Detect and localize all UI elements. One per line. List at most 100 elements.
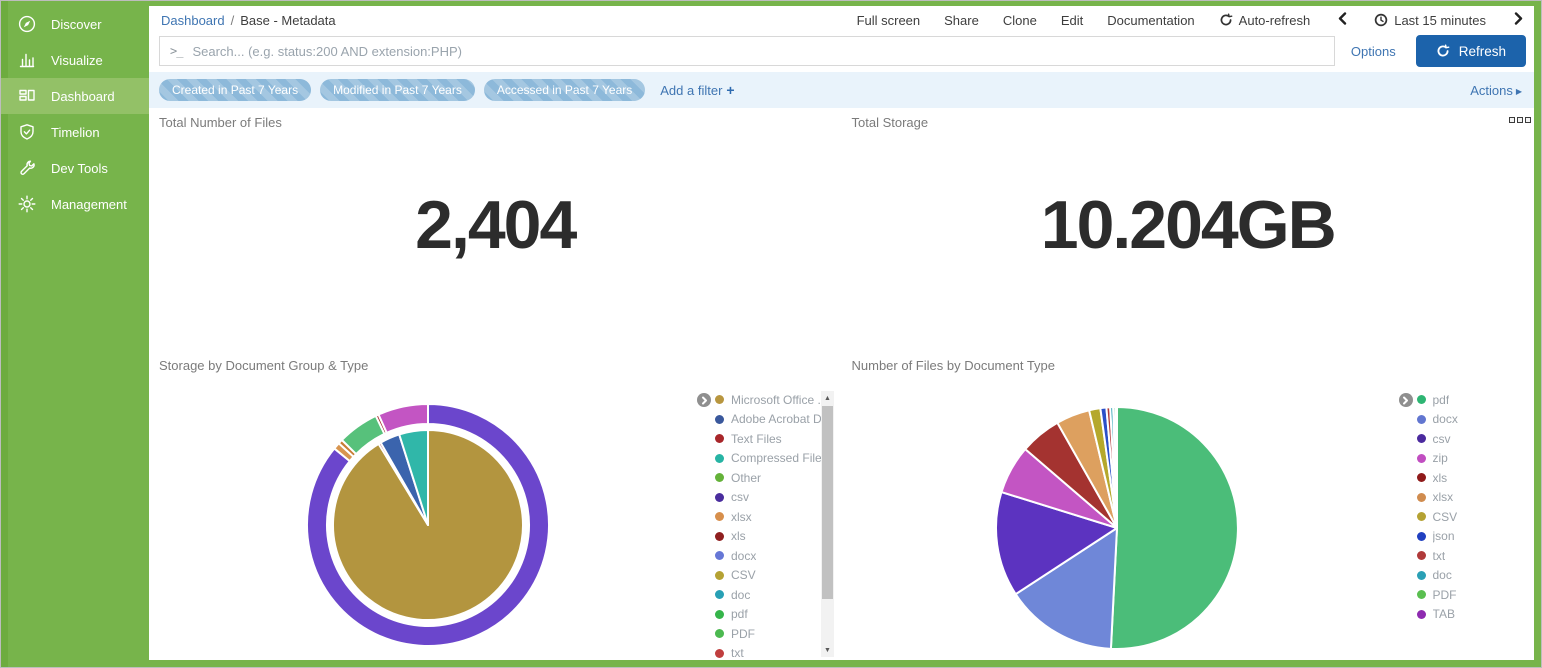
- time-prev-button[interactable]: [1334, 12, 1350, 28]
- legend-item-xls[interactable]: xls: [1417, 468, 1535, 488]
- panel-files-by-type: Number of Files by Document Type pdf: [842, 351, 1535, 660]
- scroll-up-icon[interactable]: ▲: [821, 391, 834, 405]
- legend-item-pdf[interactable]: pdf: [1417, 390, 1535, 410]
- time-picker-button[interactable]: Last 15 minutes: [1374, 13, 1486, 28]
- legend-swatch: [715, 571, 724, 580]
- sidebar-item-timelion[interactable]: Timelion: [1, 114, 149, 150]
- legend-item-csv[interactable]: csv: [1417, 429, 1535, 449]
- filter-pill-accessed-in-past-7-years[interactable]: Accessed in Past 7 Years: [484, 79, 645, 101]
- legend-swatch: [715, 454, 724, 463]
- panel-total-storage: Total Storage 10.204GB: [842, 108, 1535, 351]
- legend-swatch: [1417, 493, 1426, 502]
- legend-label: Compressed Files: [731, 451, 828, 465]
- top-menu-item-full-screen[interactable]: Full screen: [857, 13, 921, 28]
- legend-swatch: [715, 610, 724, 619]
- breadcrumb-dashboard-link[interactable]: Dashboard: [161, 13, 225, 28]
- timelion-icon: [17, 122, 37, 142]
- top-menu-item-share[interactable]: Share: [944, 13, 979, 28]
- legend-swatch: [1417, 512, 1426, 521]
- legend-swatch: [715, 551, 724, 560]
- filter-actions-button[interactable]: Actions▶: [1470, 83, 1522, 98]
- top-menu-item-documentation[interactable]: Documentation: [1107, 13, 1194, 28]
- legend-label: zip: [1433, 451, 1448, 465]
- legend-swatch: [715, 649, 724, 658]
- breadcrumb-current: Base - Metadata: [240, 13, 335, 28]
- legend-swatch: [1417, 473, 1426, 482]
- legend-swatch: [715, 512, 724, 521]
- donut-chart-storage-by-group: [304, 401, 552, 649]
- filter-pill-created-in-past-7-years[interactable]: Created in Past 7 Years: [159, 79, 311, 101]
- sidebar-item-dev-tools[interactable]: Dev Tools: [1, 150, 149, 186]
- legend-label: xlsx: [1433, 490, 1454, 504]
- legend-item-pdf[interactable]: PDF: [1417, 585, 1535, 605]
- metric-row: Total Number of Files 2,404 Total Storag…: [149, 108, 1534, 351]
- add-filter-button[interactable]: Add a filter+: [660, 82, 734, 98]
- legend-label: Microsoft Office ...: [731, 393, 827, 407]
- legend-item-txt[interactable]: txt: [1417, 546, 1535, 566]
- legend-swatch: [715, 415, 724, 424]
- sidebar: Discover Visualize Dashboard Timelion De…: [1, 1, 149, 667]
- top-nav-bar: Dashboard/Base - Metadata Full screen Sh…: [149, 6, 1534, 32]
- legend-item-doc[interactable]: doc: [1417, 566, 1535, 586]
- legend-swatch: [1417, 532, 1426, 541]
- content-area: Dashboard/Base - Metadata Full screen Sh…: [149, 6, 1534, 660]
- legend-label: docx: [731, 549, 756, 563]
- search-input[interactable]: [192, 44, 1323, 59]
- legend-label: xlsx: [731, 510, 752, 524]
- legend-item-zip[interactable]: zip: [1417, 449, 1535, 469]
- clock-icon: [1374, 13, 1388, 27]
- pie-slice-pdf[interactable]: [1110, 407, 1237, 649]
- plus-icon: +: [726, 82, 734, 98]
- sidebar-item-dashboard[interactable]: Dashboard: [1, 78, 149, 114]
- legend-scrollbar[interactable]: ▲ ▼: [821, 391, 834, 657]
- legend-label: Adobe Acrobat D...: [731, 412, 832, 426]
- sidebar-item-label: Dev Tools: [51, 161, 108, 176]
- legend-swatch: [1417, 571, 1426, 580]
- scroll-down-icon[interactable]: ▼: [821, 643, 834, 657]
- legend-label: xls: [1433, 471, 1448, 485]
- legend-label: TAB: [1433, 607, 1455, 621]
- legend-item-tab[interactable]: TAB: [1417, 605, 1535, 625]
- panel-options-icon[interactable]: [1509, 117, 1531, 123]
- legend-label: txt: [1433, 549, 1446, 563]
- legend-swatch: [715, 629, 724, 638]
- breadcrumb: Dashboard/Base - Metadata: [161, 13, 336, 28]
- legend-item-docx[interactable]: docx: [1417, 410, 1535, 430]
- scrollbar-thumb[interactable]: [822, 406, 833, 599]
- legend-swatch: [1417, 415, 1426, 424]
- legend-swatch: [1417, 551, 1426, 560]
- caret-right-icon: ▶: [1516, 87, 1522, 96]
- time-next-button[interactable]: [1510, 12, 1526, 28]
- legend-swatch: [715, 532, 724, 541]
- legend-label: PDF: [731, 627, 755, 641]
- panel-title: Number of Files by Document Type: [852, 358, 1056, 373]
- sidebar-item-management[interactable]: Management: [1, 186, 149, 222]
- compass-icon: [17, 14, 37, 34]
- legend-collapse-icon[interactable]: [1399, 393, 1413, 407]
- legend-label: json: [1433, 529, 1455, 543]
- panel-title: Total Storage: [852, 115, 929, 130]
- options-link[interactable]: Options: [1351, 44, 1396, 59]
- legend-label: docx: [1433, 412, 1458, 426]
- top-menu-item-edit[interactable]: Edit: [1061, 13, 1083, 28]
- filter-pill-modified-in-past-7-years[interactable]: Modified in Past 7 Years: [320, 79, 475, 101]
- refresh-button[interactable]: Refresh: [1416, 35, 1526, 67]
- sidebar-item-visualize[interactable]: Visualize: [1, 42, 149, 78]
- top-menu-item-clone[interactable]: Clone: [1003, 13, 1037, 28]
- dashboard-icon: [17, 86, 37, 106]
- metric-total-files: 2,404: [149, 186, 842, 264]
- pie-slice-zip[interactable]: [379, 404, 428, 433]
- sidebar-item-discover[interactable]: Discover: [1, 6, 149, 42]
- legend-swatch: [715, 434, 724, 443]
- kibana-dashboard-window: Discover Visualize Dashboard Timelion De…: [0, 0, 1542, 668]
- legend-item-json[interactable]: json: [1417, 527, 1535, 547]
- auto-refresh-button[interactable]: Auto-refresh: [1219, 13, 1311, 28]
- legend-item-xlsx[interactable]: xlsx: [1417, 488, 1535, 508]
- legend-collapse-icon[interactable]: [697, 393, 711, 407]
- panel-title: Total Number of Files: [159, 115, 282, 130]
- legend-label: PDF: [1433, 588, 1457, 602]
- legend-item-csv[interactable]: CSV: [1417, 507, 1535, 527]
- legend-label: Other: [731, 471, 761, 485]
- legend-label: doc: [1433, 568, 1452, 582]
- legend-label: CSV: [731, 568, 756, 582]
